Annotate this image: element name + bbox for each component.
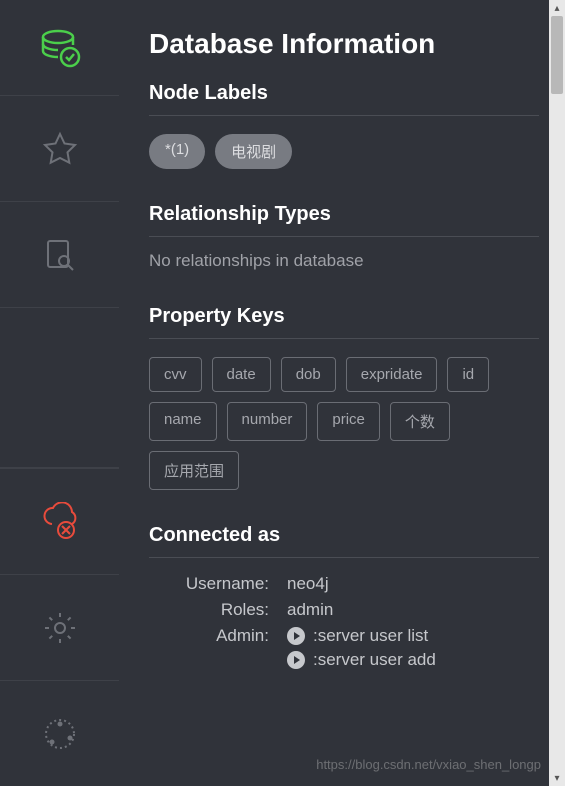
username-label: Username: — [149, 574, 269, 594]
page-title: Database Information — [149, 28, 539, 60]
document-search-icon — [42, 237, 78, 273]
roles-value: admin — [287, 600, 539, 620]
property-key-item[interactable]: cvv — [149, 357, 202, 392]
sidebar — [0, 0, 119, 786]
connection-info-grid: Username: neo4j Roles: admin Admin: :ser… — [149, 574, 539, 674]
sidebar-spacer — [0, 307, 119, 468]
main-panel: Database Information Node Labels *(1) 电视… — [119, 0, 565, 786]
section-relationship-types: Relationship Types No relationships in d… — [149, 203, 539, 271]
relationship-types-heading: Relationship Types — [149, 203, 539, 237]
admin-command-text: :server user list — [313, 626, 428, 646]
node-label-pills: *(1) 电视剧 — [149, 134, 539, 169]
cloud-error-icon — [40, 502, 80, 542]
play-icon — [287, 627, 305, 645]
admin-label: Admin: — [149, 626, 269, 674]
scrollbar-down-arrow[interactable]: ▾ — [549, 770, 565, 786]
scrollbar-thumb[interactable] — [551, 16, 563, 94]
sidebar-item-favorites[interactable] — [0, 95, 119, 201]
section-property-keys: Property Keys cvv date dob expridate id … — [149, 305, 539, 490]
sidebar-item-cloud-error[interactable] — [0, 468, 119, 574]
property-key-item[interactable]: 应用范围 — [149, 451, 239, 490]
username-value: neo4j — [287, 574, 539, 594]
admin-command-item[interactable]: :server user add — [287, 650, 539, 670]
admin-command-text: :server user add — [313, 650, 436, 670]
roles-label: Roles: — [149, 600, 269, 620]
property-key-item[interactable]: number — [227, 402, 308, 441]
property-key-item[interactable]: 个数 — [390, 402, 450, 441]
graph-nodes-icon — [42, 716, 78, 752]
play-icon — [287, 651, 305, 669]
property-key-item[interactable]: dob — [281, 357, 336, 392]
property-key-list: cvv date dob expridate id name number pr… — [149, 357, 539, 490]
connected-as-heading: Connected as — [149, 524, 539, 558]
admin-command-item[interactable]: :server user list — [287, 626, 539, 646]
section-node-labels: Node Labels *(1) 电视剧 — [149, 82, 539, 169]
node-label-pill[interactable]: 电视剧 — [215, 134, 292, 169]
sidebar-item-documents[interactable] — [0, 201, 119, 307]
property-key-item[interactable]: name — [149, 402, 217, 441]
database-check-icon — [39, 27, 81, 69]
property-key-item[interactable]: date — [212, 357, 271, 392]
gear-icon — [41, 609, 79, 647]
scrollbar-track[interactable]: ▴ ▾ — [549, 0, 565, 786]
admin-commands: :server user list :server user add — [287, 626, 539, 674]
star-icon — [41, 130, 79, 168]
property-key-item[interactable]: id — [447, 357, 489, 392]
sidebar-item-settings[interactable] — [0, 574, 119, 680]
property-keys-heading: Property Keys — [149, 305, 539, 339]
sidebar-logo — [0, 0, 119, 95]
property-key-item[interactable]: price — [317, 402, 380, 441]
relationships-empty-message: No relationships in database — [149, 251, 539, 271]
section-connected-as: Connected as Username: neo4j Roles: admi… — [149, 524, 539, 674]
sidebar-item-about[interactable] — [0, 680, 119, 786]
node-labels-heading: Node Labels — [149, 82, 539, 116]
property-key-item[interactable]: expridate — [346, 357, 438, 392]
scrollbar-up-arrow[interactable]: ▴ — [549, 0, 565, 16]
node-label-pill[interactable]: *(1) — [149, 134, 205, 169]
